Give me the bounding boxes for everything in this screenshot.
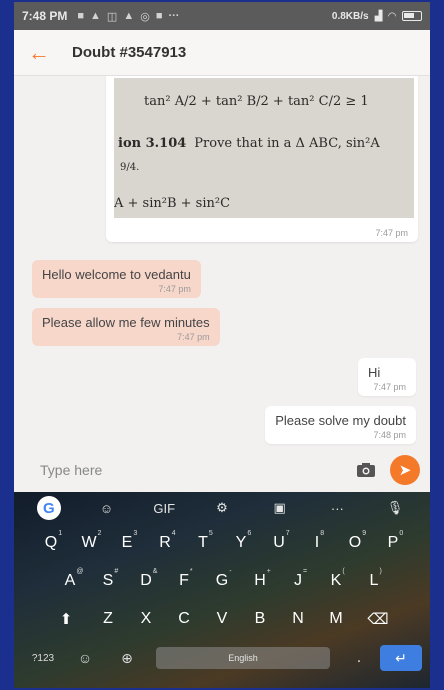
image-message[interactable]: tan² A/2 + tan² B/2 + tan² C/2 ≥ 1 ion 3…: [106, 76, 418, 242]
message-text: Hi: [368, 365, 381, 380]
message-text: Please allow me few minutes: [42, 315, 210, 330]
shift-icon[interactable]: ⬆: [43, 610, 89, 628]
camera-icon[interactable]: [354, 458, 378, 482]
message-composer: ➤: [14, 450, 430, 490]
key-b[interactable]: B: [241, 610, 279, 628]
question-image[interactable]: tan² A/2 + tan² B/2 + tan² C/2 ≥ 1 ion 3…: [114, 78, 414, 218]
key-r[interactable]: R4: [146, 530, 184, 552]
key-c[interactable]: C: [165, 610, 203, 628]
notification-icons: ■ ▲ ◫ ▲ ◎ ■ ···: [77, 10, 179, 23]
key-u[interactable]: U7: [260, 530, 298, 552]
keyboard-row-3: ⬆ Z X C V B N M ⌫: [14, 600, 430, 638]
status-bar: 7:48 PM ■ ▲ ◫ ▲ ◎ ■ ··· 0.8KB/s ▟ ◠: [14, 2, 430, 30]
globe-icon[interactable]: ⊕: [106, 650, 148, 667]
notification-icon: ■: [77, 9, 85, 22]
backspace-icon[interactable]: ⌫: [355, 610, 401, 628]
notification-icon: ▲: [123, 9, 135, 22]
network-speed: 0.8KB/s: [331, 10, 369, 22]
message-input[interactable]: [26, 453, 354, 487]
key-q[interactable]: Q1: [32, 530, 70, 552]
emoji-icon[interactable]: ☺: [64, 650, 106, 666]
key-o[interactable]: O9: [336, 530, 374, 552]
mic-icon[interactable]: 🎙: [377, 500, 413, 516]
wifi-icon: ◠: [388, 10, 396, 22]
message-time: 7:48 pm: [373, 430, 406, 440]
keyboard-row-2: A @ S # D & F * G- H + J = K( L): [14, 562, 430, 600]
send-icon: ➤: [398, 462, 412, 479]
gif-button[interactable]: GIF: [146, 501, 182, 516]
message-text: Hello welcome to vedantu: [42, 267, 191, 282]
image-line-4: A + sin²B + sin²C: [114, 196, 231, 211]
notification-icon: ▲: [90, 9, 101, 22]
outgoing-message: Please solve my doubt 7:48 pm: [265, 406, 416, 444]
phone-screen: 7:48 PM ■ ▲ ◫ ▲ ◎ ■ ··· 0.8KB/s ▟ ◠ ← Do…: [14, 2, 430, 688]
soft-keyboard: G ☺ GIF ⚙ ▣ ··· 🎙 Q1 W2 E3 R4 T5 Y6 U7 I…: [14, 492, 430, 688]
message-time: 7:47 pm: [158, 284, 191, 294]
key-y[interactable]: Y6: [222, 530, 260, 552]
message-time: 7:47 pm: [375, 228, 408, 238]
key-w[interactable]: W2: [70, 530, 108, 552]
image-line-3: 9/4.: [120, 162, 140, 173]
key-i[interactable]: I8: [298, 530, 336, 552]
period-key[interactable]: .: [338, 649, 380, 667]
keyboard-row-1: Q1 W2 E3 R4 T5 Y6 U7 I8 O9 P0: [14, 524, 430, 562]
image-question-text: Prove that in a Δ ABC, sin²A: [194, 136, 380, 151]
key-h[interactable]: H +: [241, 568, 279, 590]
translate-icon[interactable]: ▣: [262, 500, 298, 516]
notification-icon: ◫: [106, 10, 118, 23]
sticker-icon[interactable]: ☺: [89, 501, 125, 516]
battery-icon: [402, 11, 422, 21]
key-v[interactable]: V: [203, 610, 241, 628]
key-k[interactable]: K(: [317, 568, 355, 590]
space-key[interactable]: English: [156, 647, 330, 669]
key-e[interactable]: E3: [108, 530, 146, 552]
chat-header: ← Doubt #3547913: [14, 30, 430, 76]
notification-icon: ···: [168, 9, 180, 22]
message-time: 7:47 pm: [373, 382, 406, 392]
status-right: 0.8KB/s ▟ ◠: [332, 11, 422, 22]
image-line-2: ion 3.104 Prove that in a Δ ABC, sin²A: [118, 136, 380, 151]
message-text: Please solve my doubt: [275, 413, 406, 428]
notification-icon: ◎: [140, 10, 150, 23]
outgoing-message: Hi 7:47 pm: [358, 358, 416, 396]
enter-icon[interactable]: ↵: [380, 645, 422, 671]
incoming-message: Please allow me few minutes 7:47 pm: [32, 308, 220, 346]
notification-icon: ■: [155, 9, 163, 22]
symbols-key[interactable]: ?123: [22, 653, 64, 664]
key-d[interactable]: D &: [127, 568, 165, 590]
key-s[interactable]: S #: [89, 568, 127, 590]
google-icon[interactable]: G: [31, 496, 67, 520]
page-title: Doubt #3547913: [72, 44, 187, 61]
keyboard-toolbar: G ☺ GIF ⚙ ▣ ··· 🎙: [14, 492, 430, 524]
key-z[interactable]: Z: [89, 610, 127, 628]
arrow-left-icon[interactable]: ←: [14, 30, 64, 76]
key-x[interactable]: X: [127, 610, 165, 628]
incoming-message: Hello welcome to vedantu 7:47 pm: [32, 260, 201, 298]
send-button[interactable]: ➤: [390, 455, 420, 485]
chat-thread[interactable]: tan² A/2 + tan² B/2 + tan² C/2 ≥ 1 ion 3…: [14, 76, 430, 448]
signal-icon: ▟: [374, 10, 383, 22]
message-time: 7:47 pm: [177, 332, 210, 342]
key-g[interactable]: G-: [203, 568, 241, 590]
key-n[interactable]: N: [279, 610, 317, 628]
key-l[interactable]: L): [355, 568, 393, 590]
key-t[interactable]: T5: [184, 530, 222, 552]
image-line-1: tan² A/2 + tan² B/2 + tan² C/2 ≥ 1: [144, 94, 369, 109]
key-a[interactable]: A @: [51, 568, 89, 590]
status-time: 7:48 PM: [22, 9, 68, 23]
more-icon[interactable]: ···: [319, 501, 355, 516]
keyboard-bottom-row: ?123 ☺ ⊕ English . ↵: [14, 638, 430, 678]
key-m[interactable]: M: [317, 610, 355, 628]
key-j[interactable]: J =: [279, 568, 317, 590]
gear-icon[interactable]: ⚙: [204, 500, 240, 516]
image-question-label: ion 3.104: [118, 136, 187, 151]
key-p[interactable]: P0: [374, 530, 412, 552]
key-f[interactable]: F *: [165, 568, 203, 590]
